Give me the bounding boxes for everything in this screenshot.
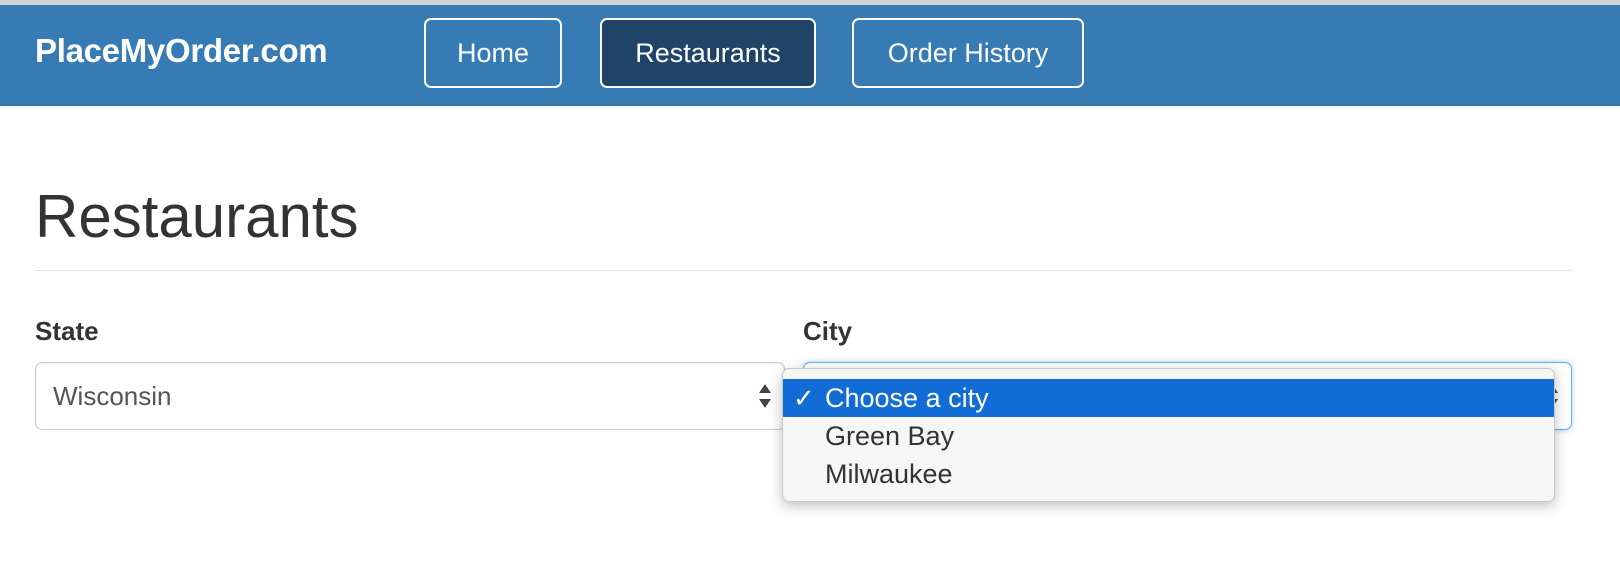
title-divider bbox=[35, 270, 1572, 271]
city-option-label: Milwaukee bbox=[825, 458, 953, 489]
navbar: PlaceMyOrder.com Home Restaurants Order … bbox=[0, 5, 1620, 106]
city-option-label: Choose a city bbox=[825, 382, 989, 413]
updown-arrows-icon bbox=[759, 384, 771, 408]
city-option-choose[interactable]: ✓ Choose a city bbox=[783, 379, 1554, 417]
city-label: City bbox=[803, 316, 853, 346]
brand-logo[interactable]: PlaceMyOrder.com bbox=[35, 32, 328, 70]
city-option-green-bay[interactable]: Green Bay bbox=[783, 417, 1554, 455]
nav-order-history-button[interactable]: Order History bbox=[852, 18, 1084, 88]
city-option-milwaukee[interactable]: Milwaukee bbox=[783, 455, 1554, 493]
nav-home-button[interactable]: Home bbox=[424, 18, 562, 88]
city-dropdown-list: ✓ Choose a city Green Bay Milwaukee bbox=[782, 368, 1555, 502]
state-label: State bbox=[35, 316, 99, 346]
city-option-label: Green Bay bbox=[825, 420, 955, 451]
check-icon: ✓ bbox=[793, 382, 815, 413]
nav-restaurants-button[interactable]: Restaurants bbox=[600, 18, 816, 88]
page-title: Restaurants bbox=[35, 183, 359, 250]
state-select-value: Wisconsin bbox=[53, 380, 172, 411]
state-select[interactable]: Wisconsin bbox=[35, 362, 785, 430]
